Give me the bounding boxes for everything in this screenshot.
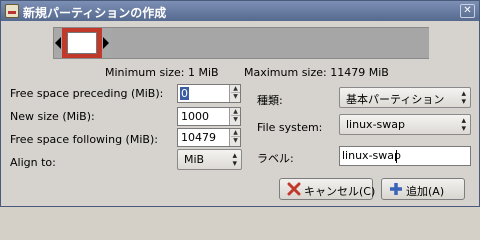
new-size-spin-buttons[interactable]: ▲ ▼ — [229, 108, 240, 125]
new-size-label: New size (MiB): — [10, 110, 95, 123]
right-handle-icon[interactable] — [103, 37, 109, 49]
type-label: 種類: — [257, 94, 283, 107]
spin-down-icon[interactable]: ▼ — [231, 93, 240, 101]
preceding-label: Free space preceding (MiB): — [10, 87, 164, 100]
unallocated-space — [111, 28, 429, 58]
app-icon — [5, 4, 19, 18]
following-spin-buttons[interactable]: ▲ ▼ — [229, 129, 240, 146]
filesystem-combo[interactable]: linux-swap ▴ ▾ — [339, 114, 471, 135]
combo-arrows-icon: ▴ ▾ — [232, 151, 237, 169]
text-caret — [396, 150, 397, 163]
align-value: MiB — [184, 153, 205, 166]
spin-down-icon[interactable]: ▼ — [231, 116, 240, 124]
preceding-value[interactable]: 0 — [180, 87, 189, 100]
following-value[interactable]: 10479 — [181, 131, 216, 144]
add-button[interactable]: 追加(A) — [381, 178, 465, 200]
new-size-spinner[interactable]: 1000 ▲ ▼ — [177, 107, 241, 126]
new-size-value[interactable]: 1000 — [181, 110, 209, 123]
align-combo[interactable]: MiB ▴ ▾ — [177, 149, 242, 170]
partition-type-combo[interactable]: 基本パーティション ▴ ▾ — [339, 87, 471, 108]
spin-down-icon[interactable]: ▼ — [231, 137, 240, 145]
spin-up-icon[interactable]: ▲ — [231, 108, 240, 116]
following-label: Free space following (MiB): — [10, 133, 158, 146]
filesystem-label: File system: — [257, 121, 323, 134]
combo-arrows-icon: ▴ ▾ — [461, 89, 466, 107]
create-partition-dialog: 新規パーティションの作成 ✕ Minimum size: 1 MiB Maxim… — [0, 0, 480, 207]
title-bar[interactable]: 新規パーティションの作成 ✕ — [1, 1, 479, 21]
filesystem-value: linux-swap — [346, 118, 405, 131]
cancel-label: キャンセル(C) — [304, 185, 376, 198]
following-spinner[interactable]: 10479 ▲ ▼ — [177, 128, 241, 147]
partition-label-label: ラベル: — [257, 152, 294, 165]
cancel-icon — [287, 182, 301, 196]
minimum-size-label: Minimum size: 1 MiB — [105, 66, 219, 79]
left-handle-icon[interactable] — [55, 37, 61, 49]
cancel-button[interactable]: キャンセル(C) — [279, 178, 376, 200]
partition-label-value: linux-swap — [342, 149, 401, 162]
spin-up-icon[interactable]: ▲ — [231, 85, 240, 93]
close-icon[interactable]: ✕ — [460, 4, 475, 18]
add-label: 追加(A) — [406, 185, 445, 198]
window-title: 新規パーティションの作成 — [23, 6, 167, 20]
partition-resizer[interactable] — [53, 27, 429, 59]
preceding-spinner[interactable]: 0 ▲ ▼ — [177, 84, 241, 103]
spin-up-icon[interactable]: ▲ — [231, 129, 240, 137]
preceding-spin-buttons[interactable]: ▲ ▼ — [229, 85, 240, 102]
partition-fill — [67, 32, 97, 54]
partition-type-value: 基本パーティション — [346, 93, 445, 106]
partition-label-input[interactable]: linux-swap — [339, 146, 471, 166]
maximum-size-label: Maximum size: 11479 MiB — [244, 66, 389, 79]
align-label: Align to: — [10, 156, 56, 169]
add-icon — [390, 183, 402, 195]
combo-arrows-icon: ▴ ▾ — [461, 116, 466, 134]
partition-block[interactable] — [62, 28, 102, 58]
